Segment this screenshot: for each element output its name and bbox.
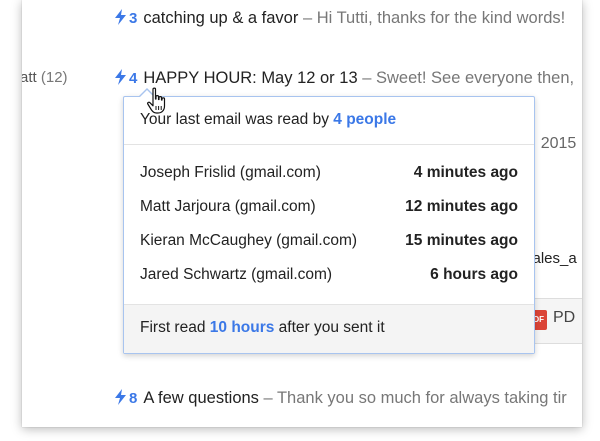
thread-line: 3 catching up & a favor – Hi Tutti, thank… — [115, 6, 565, 30]
reader-name: Kieran McCaughey (gmail.com) — [140, 232, 358, 249]
inbox-frame: 3 catching up & a favor – Hi Tutti, thank… — [22, 0, 582, 427]
read-receipt-popup: Your last email was read by 4 people Jos… — [123, 88, 535, 354]
thread-snippet: Hi Tutti, thanks for the kind words! — [316, 9, 566, 27]
thread-row[interactable]: 8 A few questions – Thank you so much for… — [22, 365, 582, 427]
snippet-separator: – — [298, 9, 317, 27]
read-time: 4 minutes ago — [413, 164, 518, 181]
message-count: (12) — [40, 69, 68, 86]
thread-snippet: Thank you so much for always taking tir — [276, 389, 567, 407]
read-time: 6 hours ago — [430, 266, 518, 283]
popup-header-text: Your last email was read by 4 people — [140, 111, 396, 129]
thread-row[interactable]: 3 catching up & a favor – Hi Tutti, thank… — [22, 0, 582, 42]
thread-snippet: Sweet! See everyone then, — [375, 69, 575, 87]
popup-header: Your last email was read by 4 people — [124, 97, 534, 145]
reader-name: Matt Jarjoura (gmail.com) — [140, 198, 316, 215]
readers-count-link[interactable]: 4 people — [333, 111, 396, 128]
popup-footer-text: First read 10 hours after you sent it — [140, 319, 385, 337]
thread-line: 8 A few questions – Thank you so much for… — [115, 386, 567, 410]
thread-subject: A few questions — [143, 389, 259, 407]
hand-pointer-icon — [146, 87, 170, 115]
snippet-separator: – — [357, 69, 376, 87]
footer-prefix: First read — [140, 319, 210, 336]
reader-row: Jared Schwartz (gmail.com) 6 hours ago — [124, 263, 534, 287]
sender-name: att — [22, 69, 37, 86]
reader-row: Kieran McCaughey (gmail.com) 15 minutes … — [124, 229, 534, 253]
thread-subject: HAPPY HOUR: May 12 or 13 — [143, 69, 358, 87]
thread-count: 3 — [129, 10, 138, 27]
popup-footer: First read 10 hours after you sent it — [124, 304, 534, 353]
reader-row: Joseph Frislid (gmail.com) 4 minutes ago — [124, 161, 534, 185]
read-time: 12 minutes ago — [405, 198, 518, 215]
thread-sender: att (12) — [22, 66, 68, 90]
thread-line: 4 HAPPY HOUR: May 12 or 13 – Sweet! See e… — [115, 66, 574, 90]
footer-suffix: after you sent it — [274, 319, 385, 336]
lightning-bolt-icon[interactable] — [115, 9, 126, 25]
reader-name: Joseph Frislid (gmail.com) — [140, 164, 321, 181]
read-time: 15 minutes ago — [405, 232, 518, 249]
reader-row: Matt Jarjoura (gmail.com) 12 minutes ago — [124, 195, 534, 219]
lightning-bolt-icon[interactable] — [115, 69, 126, 85]
reader-name: Jared Schwartz (gmail.com) — [140, 266, 333, 283]
attachment-name: PD — [553, 309, 576, 326]
lightning-bolt-icon[interactable] — [115, 389, 126, 405]
snippet-separator: – — [258, 389, 277, 407]
first-read-time-link[interactable]: 10 hours — [210, 319, 275, 336]
thread-count: 8 — [129, 390, 138, 407]
thread-subject: catching up & a favor — [143, 9, 299, 27]
thread-count: 4 — [129, 70, 138, 87]
